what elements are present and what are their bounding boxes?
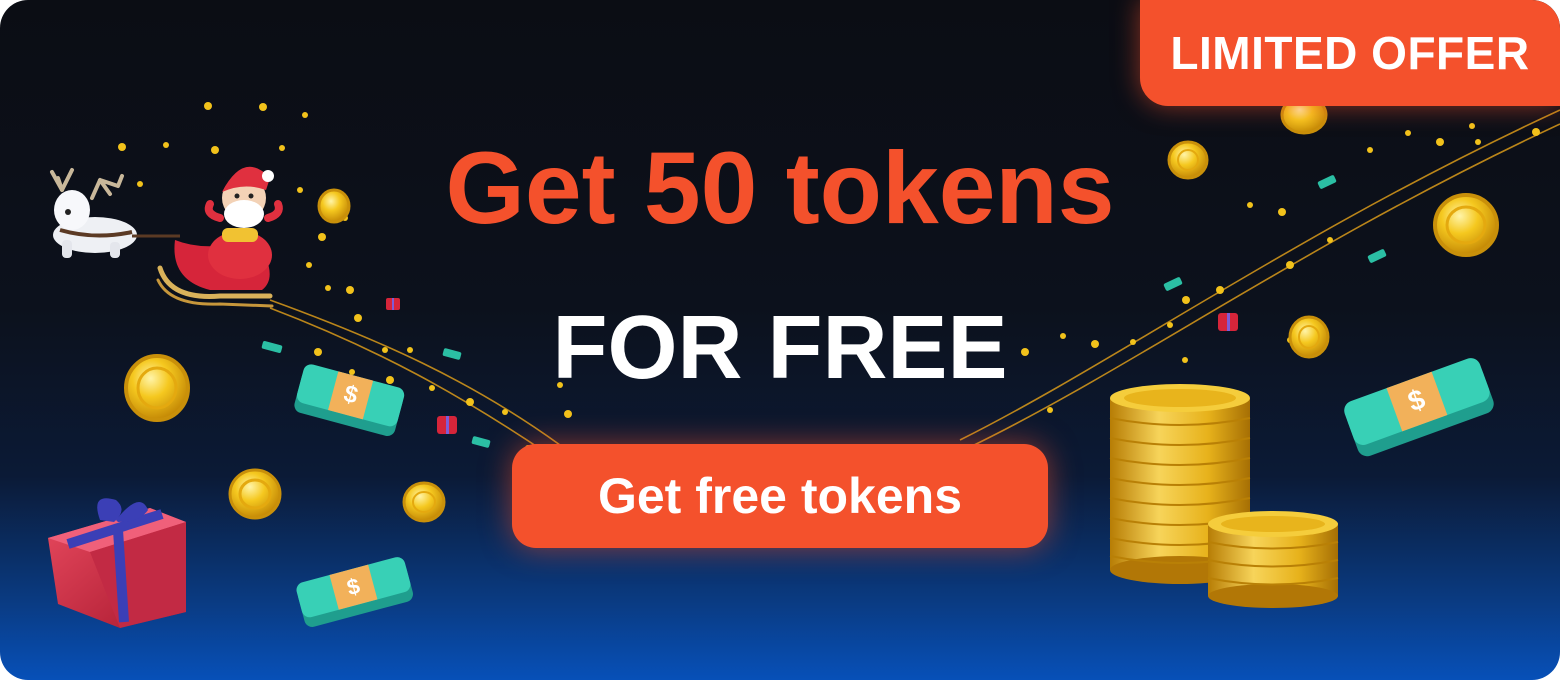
promo-banner: $ $ $ LIMITED OFFER Get 50 tokens FOR FR… xyxy=(0,0,1560,680)
gift-box-icon xyxy=(48,498,186,628)
reindeer-icon xyxy=(50,168,180,258)
limited-offer-badge: LIMITED OFFER xyxy=(1140,0,1560,106)
subheadline: FOR FREE xyxy=(552,298,1008,398)
get-free-tokens-button[interactable]: Get free tokens xyxy=(512,444,1048,548)
coin-stack-icon xyxy=(1109,384,1339,608)
headline: Get 50 tokens xyxy=(445,131,1115,245)
